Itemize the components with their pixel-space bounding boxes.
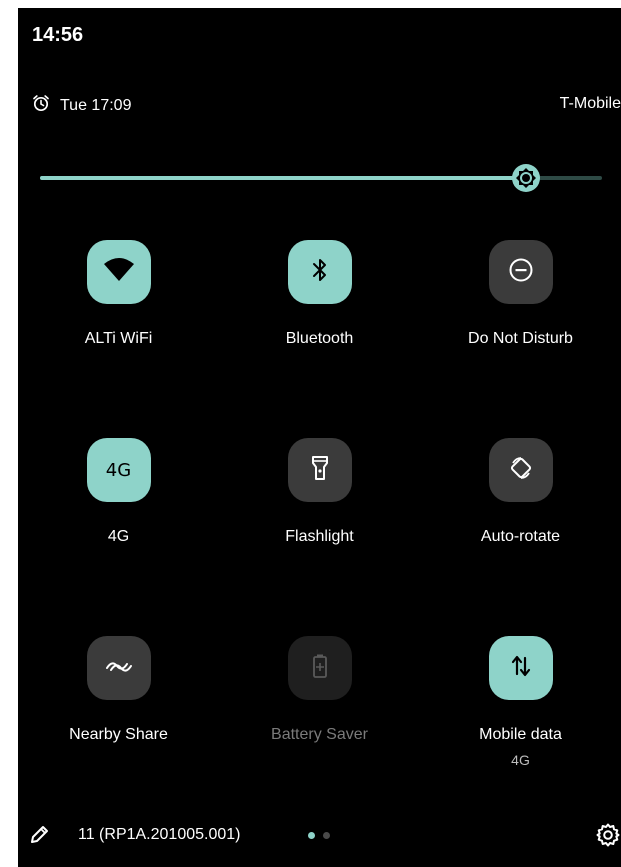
alarm-clock-icon bbox=[32, 94, 50, 117]
tile-do-not-disturb-button[interactable] bbox=[488, 240, 553, 304]
page-dot-1[interactable] bbox=[308, 832, 315, 839]
alarm-row[interactable]: Tue 17:09 bbox=[32, 94, 131, 117]
tile-battery-saver[interactable]: Battery Saver bbox=[219, 636, 420, 744]
page-indicator bbox=[308, 832, 330, 839]
battery-saver-icon bbox=[312, 653, 328, 684]
status-bar-time: 14:56 bbox=[32, 24, 84, 46]
bluetooth-icon bbox=[310, 256, 330, 289]
tile-bluetooth[interactable]: Bluetooth bbox=[219, 240, 420, 348]
tile-mobile-data-button[interactable] bbox=[488, 636, 553, 700]
tile-auto-rotate[interactable]: Auto-rotate bbox=[420, 438, 621, 546]
flashlight-icon bbox=[310, 454, 330, 487]
nearby-share-icon bbox=[104, 656, 134, 681]
do-not-disturb-icon bbox=[508, 257, 534, 288]
tile-flashlight[interactable]: Flashlight bbox=[219, 438, 420, 546]
tile-do-not-disturb[interactable]: Do Not Disturb bbox=[420, 240, 621, 348]
tile-mobile-data-sublabel: 4G bbox=[511, 752, 530, 768]
tile-wifi[interactable]: ALTi WiFi bbox=[18, 240, 219, 348]
tile-bluetooth-label: Bluetooth bbox=[285, 330, 354, 347]
wifi-icon bbox=[102, 256, 136, 289]
auto-rotate-icon bbox=[507, 454, 535, 487]
tile-4g-button[interactable]: 4G bbox=[86, 438, 151, 502]
tile-flashlight-label: Flashlight bbox=[285, 528, 354, 545]
mobile-data-icon bbox=[509, 653, 533, 684]
build-number[interactable]: 11 (RP1A.201005.001) bbox=[78, 826, 240, 844]
tile-wifi-label: ALTi WiFi bbox=[84, 330, 153, 347]
tile-wifi-button[interactable] bbox=[86, 240, 151, 304]
brightness-thumb[interactable] bbox=[511, 163, 541, 193]
tile-nearby-share[interactable]: Nearby Share bbox=[18, 636, 219, 744]
brightness-icon bbox=[512, 164, 541, 192]
edit-pencil-icon[interactable] bbox=[28, 824, 50, 851]
tile-nearby-share-label: Nearby Share bbox=[69, 726, 168, 743]
quick-settings-panel: 14:56 Tue 17:09 T-Mobile ALTi WiFi Bluet… bbox=[18, 8, 621, 867]
alarm-text: Tue 17:09 bbox=[60, 96, 132, 114]
brightness-fill bbox=[40, 176, 527, 180]
4g-icon: 4G bbox=[105, 459, 132, 481]
brightness-slider[interactable] bbox=[40, 163, 602, 193]
settings-gear-icon[interactable] bbox=[595, 822, 621, 853]
tile-do-not-disturb-label: Do Not Disturb bbox=[468, 330, 573, 347]
quick-settings-footer: 11 (RP1A.201005.001) bbox=[18, 820, 621, 850]
tile-mobile-data-label: Mobile data bbox=[479, 726, 562, 743]
tile-flashlight-button[interactable] bbox=[287, 438, 352, 502]
tile-battery-saver-button[interactable] bbox=[287, 636, 352, 700]
carrier-name: T-Mobile bbox=[559, 95, 621, 112]
tile-4g[interactable]: 4G 4G bbox=[18, 438, 219, 546]
tile-mobile-data[interactable]: Mobile data 4G bbox=[420, 636, 621, 768]
tile-auto-rotate-label: Auto-rotate bbox=[480, 528, 561, 545]
tile-nearby-share-button[interactable] bbox=[86, 636, 151, 700]
tile-auto-rotate-button[interactable] bbox=[488, 438, 553, 502]
tile-battery-saver-label: Battery Saver bbox=[271, 726, 368, 743]
tile-bluetooth-button[interactable] bbox=[287, 240, 352, 304]
tile-4g-label: 4G bbox=[107, 528, 130, 545]
page-dot-2[interactable] bbox=[323, 832, 330, 839]
